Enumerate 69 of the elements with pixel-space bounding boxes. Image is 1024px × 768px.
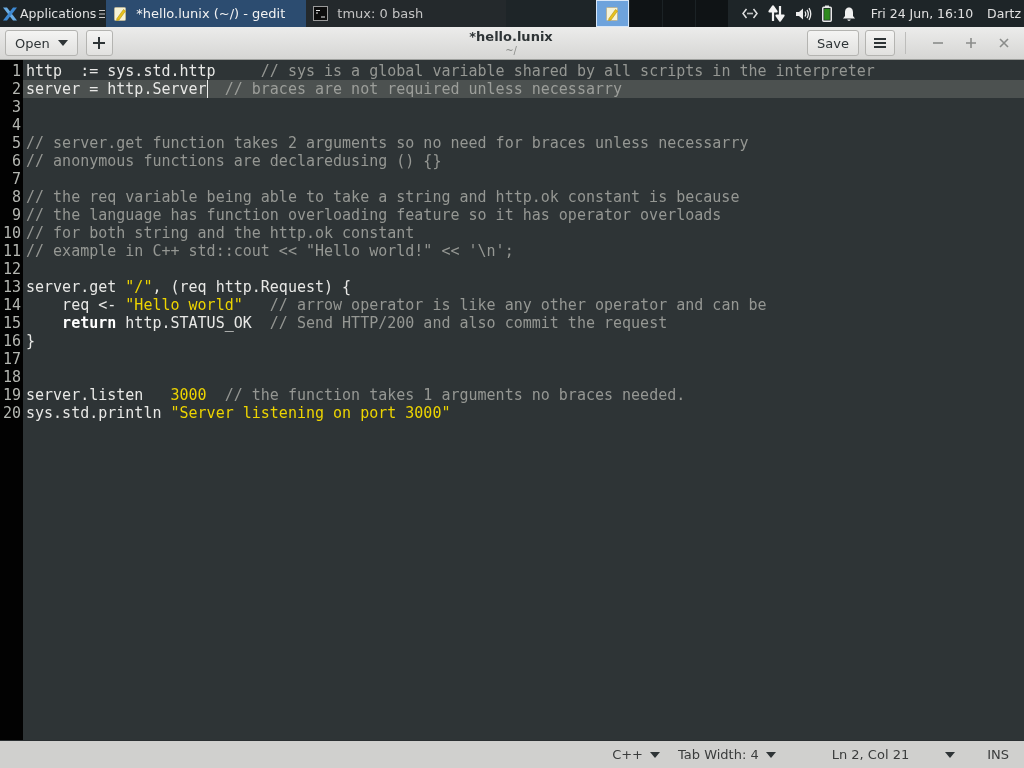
- applications-menu[interactable]: Applications: [0, 0, 107, 27]
- document-path: ~/: [505, 46, 517, 56]
- minimize-icon: [933, 42, 943, 44]
- workspace-button[interactable]: [628, 0, 662, 27]
- line-number: 18: [1, 368, 21, 386]
- code-line: // the req variable being able to take a string and http.ok constant is because: [26, 188, 740, 206]
- line-number: 15: [1, 314, 21, 332]
- line-number: 13: [1, 278, 21, 296]
- line-number: 12: [1, 260, 21, 278]
- line-number: 4: [10, 116, 21, 134]
- line-number: 1: [10, 62, 21, 80]
- line-number: 6: [10, 152, 21, 170]
- line-number: 3: [10, 98, 21, 116]
- menu-button[interactable]: [865, 30, 895, 56]
- save-button[interactable]: Save: [807, 30, 859, 56]
- line-number: 19: [1, 386, 21, 404]
- code-line: server.listen 3000 // the function takes 1 arguments no braces needed.: [26, 386, 686, 404]
- tab-width-dropdown[interactable]: Tab Width: 4: [678, 743, 776, 766]
- code-line: // example in C++ std::cout << "Hello world!" << '\n';: [26, 242, 514, 260]
- plus-icon: [966, 38, 976, 48]
- code-line: // anonymous functions are declaredusing () {}: [26, 152, 442, 170]
- bell-icon: [841, 5, 856, 22]
- document-title: *hello.lunix: [469, 30, 553, 43]
- battery-icon: [821, 5, 832, 22]
- taskbar-button[interactable]: *hello.lunix (~/) - gedit: [106, 0, 307, 27]
- code-line: // the language has function overloading feature so it has operator overloads: [26, 206, 722, 224]
- line-number: 20: [1, 404, 21, 422]
- language-dropdown[interactable]: C++: [612, 743, 660, 766]
- notepad-icon: [605, 5, 620, 22]
- caret-icon: [945, 751, 956, 758]
- notepad-icon: [113, 5, 128, 22]
- code-line: http := sys.std.http // sys is a global variable shared by all scripts in the interpreter: [26, 62, 875, 80]
- cursor-position-label: Ln 2, Col 21: [831, 747, 910, 762]
- line-number: 2: [10, 80, 21, 98]
- close-icon: [999, 38, 1009, 48]
- transfer-arrows-icon: [767, 5, 785, 22]
- taskbar-button[interactable]: tmux: 0 bash: [306, 0, 507, 27]
- terminal-icon: [313, 6, 329, 21]
- network-icon: [741, 8, 758, 19]
- line-number: 17: [1, 350, 21, 368]
- line-number: 7: [10, 170, 21, 188]
- line-number: 16: [1, 332, 21, 350]
- plus-icon: [93, 37, 106, 49]
- open-button[interactable]: Open: [5, 30, 78, 56]
- line-number: 14: [1, 296, 21, 314]
- code-line: // server.get function takes 2 arguments so no need for braces unless necessarry: [26, 134, 749, 152]
- line-number: 10: [1, 224, 21, 242]
- line-number: 9: [10, 206, 21, 224]
- line-number: 11: [1, 242, 21, 260]
- caret-icon: [650, 751, 660, 758]
- code-line: }: [26, 332, 36, 350]
- code-line: server = http.Server // braces are not required unless necessarry: [26, 80, 623, 98]
- lines-icon: [99, 8, 106, 19]
- code-line: return http.STATUS_OK // Send HTTP/200 and also commit the request: [61, 314, 668, 332]
- menu-icon: [874, 38, 886, 48]
- new-tab-button[interactable]: [85, 30, 113, 56]
- x-logo-icon: [2, 5, 18, 22]
- volume-icon: [794, 6, 812, 21]
- line-number: 5: [10, 134, 21, 152]
- code-line: req <- "Hello world" // arrow operator is like any other operator and can be: [61, 296, 767, 314]
- code-line: server.get "/", (req http.Request) {: [26, 278, 352, 296]
- insert-mode-label: INS: [987, 747, 1009, 762]
- code-line: // for both string and the http.ok constant: [26, 224, 415, 242]
- code-line: sys.std.println "Server listening on port 3000": [26, 404, 451, 422]
- caret-icon: [57, 40, 68, 46]
- user-menu[interactable]: Dartz: [987, 6, 1021, 21]
- clock-label[interactable]: Fri 24 Jun, 16:10: [870, 6, 974, 21]
- line-number: 8: [10, 188, 21, 206]
- caret-icon: [765, 751, 776, 758]
